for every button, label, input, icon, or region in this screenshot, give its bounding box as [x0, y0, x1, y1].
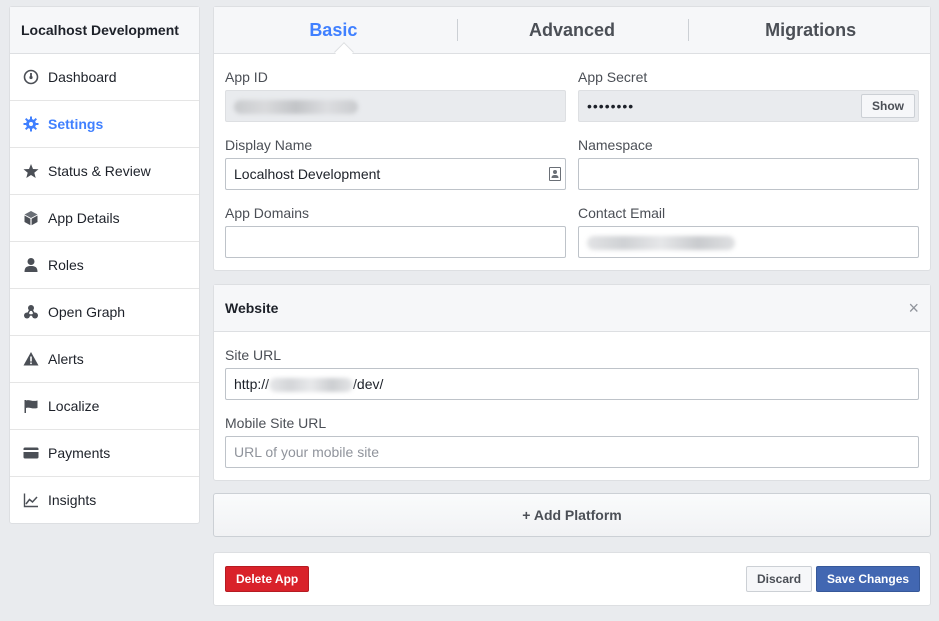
cube-icon: [22, 209, 40, 227]
mobile-site-url-input[interactable]: URL of your mobile site: [225, 436, 919, 468]
app-secret-field: •••••••• Show: [578, 90, 919, 122]
app-domains-label: App Domains: [225, 205, 310, 221]
website-panel: Website × Site URL http:// /dev/ Mobile S…: [213, 284, 931, 481]
sidebar-item-dashboard[interactable]: Dashboard: [10, 54, 199, 101]
site-url-prefix: http://: [234, 376, 270, 392]
mobile-site-url-placeholder: URL of your mobile site: [234, 444, 379, 460]
flag-icon: [22, 397, 40, 415]
sidebar-item-payments[interactable]: Payments: [10, 430, 199, 477]
sidebar-item-label: App Details: [48, 210, 120, 226]
site-url-label: Site URL: [225, 347, 282, 363]
site-url-suffix: /dev/: [353, 376, 384, 392]
chart-icon: [22, 491, 40, 509]
add-platform-button[interactable]: + Add Platform: [213, 493, 931, 537]
sidebar-item-label: Roles: [48, 257, 84, 273]
sidebar-item-roles[interactable]: Roles: [10, 242, 199, 289]
website-panel-header: Website ×: [214, 285, 930, 332]
star-icon: [22, 162, 40, 180]
tab-advanced[interactable]: Advanced: [453, 7, 692, 53]
sidebar-item-insights[interactable]: Insights: [10, 477, 199, 523]
display-name-input[interactable]: Localhost Development: [225, 158, 566, 190]
tab-migrations[interactable]: Migrations: [691, 7, 930, 53]
website-title: Website: [225, 300, 279, 316]
site-url-input[interactable]: http:// /dev/: [225, 368, 919, 400]
tab-basic[interactable]: Basic: [214, 7, 453, 53]
sidebar-item-label: Insights: [48, 492, 97, 508]
tab-divider: [457, 19, 458, 41]
delete-app-button[interactable]: Delete App: [225, 566, 310, 592]
app-secret-value: ••••••••: [587, 98, 635, 114]
sidebar-app-title: Localhost Development: [10, 7, 199, 54]
sidebar-item-label: Status & Review: [48, 163, 151, 179]
save-changes-button[interactable]: Save Changes: [816, 566, 921, 592]
sidebar: Localhost Development Dashboard Settings…: [9, 6, 200, 524]
redacted-app-id: [234, 100, 358, 115]
namespace-input[interactable]: [578, 158, 919, 190]
person-icon: [22, 256, 40, 274]
basic-settings-panel: Basic Advanced Migrations App ID App Sec…: [213, 6, 931, 271]
redacted-contact-email: [587, 236, 735, 251]
contact-email-label: Contact Email: [578, 205, 666, 221]
app-id-label: App ID: [225, 69, 268, 85]
close-icon[interactable]: ×: [908, 285, 919, 331]
sidebar-item-label: Dashboard: [48, 69, 117, 85]
warning-icon: [22, 350, 40, 368]
settings-tabs: Basic Advanced Migrations: [214, 7, 930, 62]
tab-divider: [688, 19, 689, 41]
display-name-value: Localhost Development: [234, 166, 381, 182]
card-icon: [22, 444, 40, 462]
sidebar-item-alerts[interactable]: Alerts: [10, 336, 199, 383]
app-secret-label: App Secret: [578, 69, 648, 85]
discard-button[interactable]: Discard: [746, 566, 813, 592]
sidebar-item-status-review[interactable]: Status & Review: [10, 148, 199, 195]
sidebar-item-label: Open Graph: [48, 304, 126, 320]
sidebar-item-open-graph[interactable]: Open Graph: [10, 289, 199, 336]
sidebar-item-label: Alerts: [48, 351, 84, 367]
show-secret-button[interactable]: Show: [861, 94, 915, 118]
sidebar-item-label: Settings: [48, 116, 104, 132]
graph-icon: [22, 303, 40, 321]
actions-panel: Delete App Discard Save Changes: [213, 552, 931, 606]
dashboard-icon: [22, 68, 40, 86]
sidebar-item-localize[interactable]: Localize: [10, 383, 199, 430]
display-name-label: Display Name: [225, 137, 313, 153]
sidebar-item-label: Localize: [48, 398, 100, 414]
contact-card-icon: [549, 167, 561, 181]
gear-icon: [22, 115, 40, 133]
mobile-site-url-label: Mobile Site URL: [225, 415, 327, 431]
sidebar-item-app-details[interactable]: App Details: [10, 195, 199, 242]
sidebar-item-settings[interactable]: Settings: [10, 101, 199, 148]
contact-email-input[interactable]: [578, 226, 919, 258]
sidebar-item-label: Payments: [48, 445, 111, 461]
app-id-field: [225, 90, 566, 122]
redacted-site-host: [269, 378, 354, 393]
app-domains-input[interactable]: [225, 226, 566, 258]
namespace-label: Namespace: [578, 137, 653, 153]
